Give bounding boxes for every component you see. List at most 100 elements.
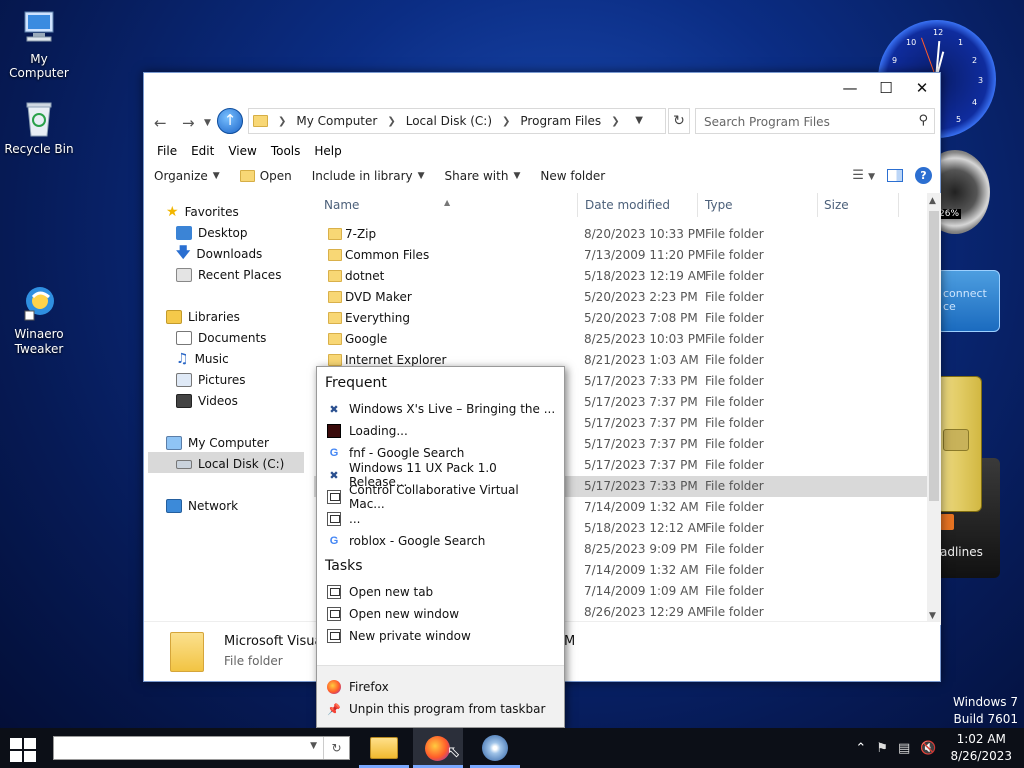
column-name[interactable]: Name [324,198,359,212]
column-separator[interactable] [817,193,818,217]
preview-pane-icon[interactable] [887,169,903,182]
taskbar-address-input[interactable]: ▼ ↻ [53,736,350,760]
desktop-icon-my-computer[interactable]: My Computer [0,8,78,80]
nav-my-computer[interactable]: My Computer [166,433,269,453]
jump-task-item[interactable]: Open new window [327,603,557,625]
action-center-flag-icon[interactable]: ⚑ [876,741,888,756]
table-row[interactable]: dotnet 5/18/2023 12:19 AM File folder [314,266,928,287]
jump-item-label: fnf - Google Search [349,446,465,460]
nav-videos[interactable]: Videos [176,391,238,411]
back-arrow-icon[interactable]: ← [154,114,167,132]
column-separator[interactable] [697,193,698,217]
connect-gadget-text: connect ce [943,287,987,313]
column-separator[interactable] [577,193,578,217]
taskbar-clock[interactable]: 1:02 AM 8/26/2023 [950,731,1012,765]
breadcrumb-my-computer[interactable]: My Computer [296,114,377,128]
jump-frequent-item[interactable]: ... [327,508,557,530]
jump-frequent-item[interactable]: Control Collaborative Virtual Mac... [327,483,557,511]
file-type: File folder [705,521,764,535]
nav-documents[interactable]: Documents [176,328,266,348]
chevron-up-icon[interactable]: ⌃ [855,741,866,756]
connect-gadget[interactable]: connect ce [936,270,1000,332]
minimize-button[interactable]: — [832,73,868,103]
share-with-button[interactable]: Share with ▼ [435,169,531,183]
nav-libraries[interactable]: Libraries [166,307,240,327]
file-date: 5/18/2023 12:19 AM [584,269,707,283]
nav-recent-places[interactable]: Recent Places [176,265,281,285]
winx-icon: ✖ [329,402,339,416]
table-row[interactable]: Everything 5/20/2023 7:08 PM File folder [314,308,928,329]
jump-task-item[interactable]: Open new tab [327,581,557,603]
jump-task-item[interactable]: New private window [327,625,557,647]
nav-music[interactable]: ♫ Music [176,349,229,369]
navigation-pane: ★ Favorites Desktop 🡇 Downloads Recent Pla… [144,191,309,611]
table-row[interactable]: Common Files 7/13/2009 11:20 PM File folde… [314,245,928,266]
nav-label: Network [188,499,239,513]
start-button[interactable] [10,738,38,762]
menu-tools[interactable]: Tools [264,141,308,163]
new-folder-button[interactable]: New folder [530,169,615,183]
file-date: 8/25/2023 10:03 PM [584,332,706,346]
jump-frequent-item[interactable]: Loading... [327,420,557,442]
address-bar[interactable]: ❯ My Computer ❯ Local Disk (C:) ❯ Progra… [248,108,666,134]
scroll-thumb[interactable] [929,211,939,501]
column-type[interactable]: Type [705,198,733,212]
refresh-icon[interactable]: ↻ [323,737,349,759]
menu-file[interactable]: File [150,141,184,163]
desktop-icon-label: Recycle Bin [4,142,74,156]
scroll-down-icon[interactable]: ▼ [929,611,936,621]
view-options-icon[interactable]: ☰ ▼ [852,168,875,183]
refresh-button[interactable]: ↻ [668,108,690,134]
taskbar-explorer[interactable] [359,728,409,768]
vertical-scrollbar[interactable]: ▲ ▼ [927,193,941,625]
folder-icon [328,228,342,240]
include-in-library-button[interactable]: Include in library ▼ [302,169,435,183]
open-button[interactable]: Open [230,169,302,183]
table-row[interactable]: Google 8/25/2023 10:03 PM File folder [314,329,928,350]
nav-desktop[interactable]: Desktop [176,223,248,243]
nav-downloads[interactable]: 🡇 Downloads [176,244,262,264]
column-headers: ▲ Name Date modified Type Size [314,193,928,217]
address-row: ← → ▼ ↑ ❯ My Computer ❯ Local Disk (C:) … [144,105,940,139]
jump-unpin[interactable]: 📌 Unpin this program from taskbar [327,698,557,720]
recent-pages-chevron-icon[interactable]: ▼ [204,118,211,128]
jump-frequent-item[interactable]: ✖ Windows X's Live – Bringing the ... [327,398,557,420]
card-gadget[interactable] [936,376,982,512]
column-date[interactable]: Date modified [585,198,670,212]
jump-firefox-app[interactable]: Firefox [327,676,557,698]
search-icon[interactable]: ⚲ [918,113,928,128]
menu-help[interactable]: Help [307,141,348,163]
breadcrumb-program-files[interactable]: Program Files [520,114,601,128]
taskbar-media-app[interactable] [470,728,520,768]
column-separator[interactable] [898,193,899,217]
organize-button[interactable]: Organize ▼ [144,169,230,183]
help-icon[interactable]: ? [915,167,932,184]
breadcrumb-local-disk[interactable]: Local Disk (C:) [406,114,492,128]
forward-arrow-icon[interactable]: → [182,114,195,132]
chevron-down-icon[interactable]: ▼ [635,115,643,126]
file-type: File folder [705,311,764,325]
close-button[interactable]: ✕ [904,73,940,103]
jump-frequent-item[interactable]: Groblox - Google Search [327,530,557,552]
maximize-button[interactable]: ☐ [868,73,904,103]
desktop-icon-recycle-bin[interactable]: Recycle Bin [0,98,78,156]
up-arrow-icon[interactable]: ↑ [217,108,243,134]
network-icon[interactable]: ▤ [898,741,910,756]
volume-muted-icon[interactable]: 🔇 [920,741,936,756]
desktop-icon-winaero-tweaker[interactable]: Winaero Tweaker [0,283,78,357]
network-icon [166,499,182,513]
search-input[interactable]: Search Program Files ⚲ [695,108,935,134]
folder-icon [328,354,342,366]
column-size[interactable]: Size [824,198,849,212]
nav-local-disk[interactable]: Local Disk (C:) [176,454,284,474]
nav-favorites[interactable]: ★ Favorites [166,202,239,222]
nav-pictures[interactable]: Pictures [176,370,246,390]
taskbar-firefox[interactable]: ⬁ [413,728,463,768]
nav-network[interactable]: Network [166,496,238,516]
chevron-down-icon[interactable]: ▼ [310,741,317,751]
menu-view[interactable]: View [221,141,263,163]
menu-edit[interactable]: Edit [184,141,221,163]
table-row[interactable]: 7-Zip 8/20/2023 10:33 PM File folder [314,224,928,245]
scroll-up-icon[interactable]: ▲ [929,196,936,206]
table-row[interactable]: DVD Maker 5/20/2023 2:23 PM File folder [314,287,928,308]
